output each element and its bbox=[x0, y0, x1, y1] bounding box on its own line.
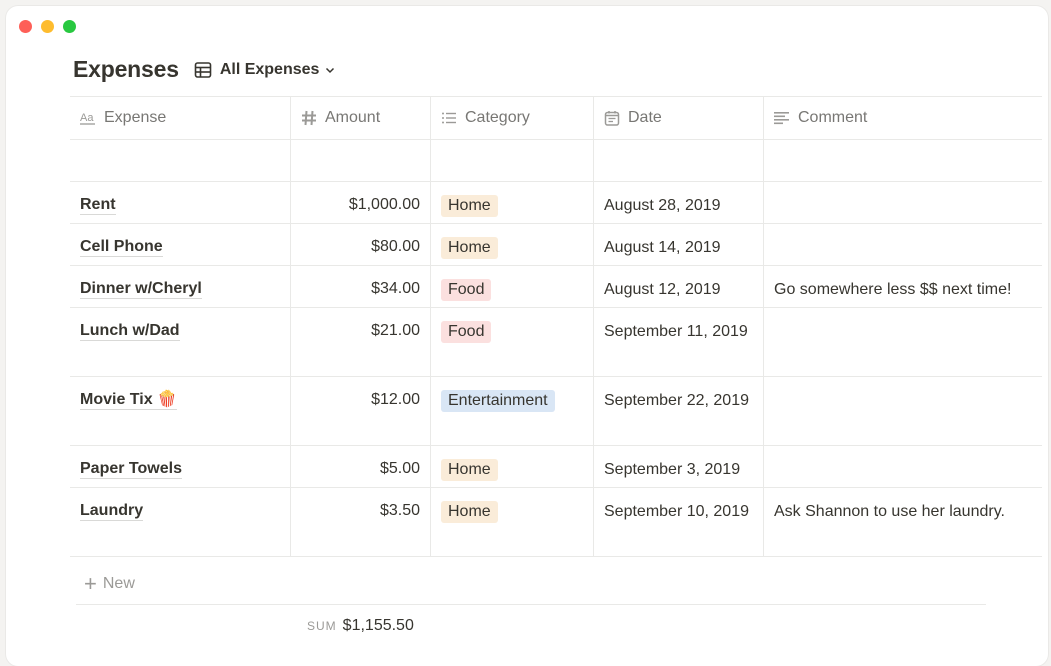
minimize-window-button[interactable] bbox=[41, 20, 54, 33]
cell-comment[interactable] bbox=[764, 308, 1042, 376]
column-header-date[interactable]: Date bbox=[594, 97, 764, 139]
table-row-empty[interactable] bbox=[70, 140, 1042, 182]
cell-date[interactable]: September 3, 2019 bbox=[594, 446, 764, 487]
svg-text:Aa: Aa bbox=[80, 112, 94, 124]
cell-date[interactable]: September 10, 2019 bbox=[594, 488, 764, 556]
cell-amount[interactable]: $3.50 bbox=[291, 488, 431, 556]
table-row[interactable]: Dinner w/Cheryl $34.00 Food August 12, 2019… bbox=[70, 266, 1042, 308]
category-tag[interactable]: Home bbox=[441, 459, 498, 481]
table-row[interactable]: Lunch w/Dad $21.00 Food September 11, 2019 bbox=[70, 308, 1042, 377]
column-label: Expense bbox=[104, 109, 167, 126]
expense-name-link[interactable]: Dinner w/Cheryl bbox=[80, 280, 202, 299]
cell-date[interactable] bbox=[594, 140, 764, 181]
page-title[interactable]: Expenses bbox=[73, 56, 179, 83]
column-label: Amount bbox=[325, 109, 381, 126]
cell-expense[interactable]: Movie Tix 🍿 bbox=[70, 377, 291, 445]
cell-expense[interactable]: Paper Towels bbox=[70, 446, 291, 487]
cell-comment[interactable] bbox=[764, 224, 1042, 265]
cell-expense[interactable]: Rent bbox=[70, 182, 291, 223]
cell-comment[interactable]: Ask Shannon to use her laundry. bbox=[764, 488, 1042, 556]
cell-amount[interactable]: $21.00 bbox=[291, 308, 431, 376]
cell-category[interactable]: Home bbox=[431, 488, 594, 556]
cell-expense[interactable]: Cell Phone bbox=[70, 224, 291, 265]
column-header-amount[interactable]: Amount bbox=[291, 97, 431, 139]
category-tag[interactable]: Entertainment bbox=[441, 390, 555, 412]
column-header-comment[interactable]: Comment bbox=[764, 97, 1042, 139]
expense-name-link[interactable]: Lunch w/Dad bbox=[80, 322, 180, 341]
category-tag[interactable]: Home bbox=[441, 195, 498, 217]
category-tag[interactable]: Home bbox=[441, 237, 498, 259]
category-tag[interactable]: Home bbox=[441, 501, 498, 523]
cell-expense[interactable]: Lunch w/Dad bbox=[70, 308, 291, 376]
category-tag[interactable]: Food bbox=[441, 279, 492, 301]
cell-category[interactable]: Food bbox=[431, 308, 594, 376]
sum-label: SUM bbox=[307, 619, 337, 633]
cell-expense[interactable] bbox=[70, 140, 291, 181]
column-label: Comment bbox=[798, 109, 868, 126]
list-property-icon bbox=[442, 112, 456, 124]
text-property-icon: Aa bbox=[80, 112, 95, 125]
expense-name-link[interactable]: Paper Towels bbox=[80, 460, 182, 479]
calendar-icon bbox=[604, 111, 620, 126]
cell-amount[interactable]: $5.00 bbox=[291, 446, 431, 487]
table-row[interactable]: Movie Tix 🍿 $12.00 Entertainment September … bbox=[70, 377, 1042, 446]
table-icon bbox=[194, 61, 212, 78]
column-header-expense[interactable]: Aa Expense bbox=[70, 97, 291, 139]
cell-category[interactable]: Home bbox=[431, 182, 594, 223]
cell-amount[interactable]: $80.00 bbox=[291, 224, 431, 265]
column-header-category[interactable]: Category bbox=[431, 97, 594, 139]
column-label: Date bbox=[628, 109, 662, 126]
cell-amount[interactable] bbox=[291, 140, 431, 181]
cell-category[interactable]: Home bbox=[431, 224, 594, 265]
cell-expense[interactable]: Laundry bbox=[70, 488, 291, 556]
cell-comment[interactable] bbox=[764, 446, 1042, 487]
table-row[interactable]: Rent $1,000.00 Home August 28, 2019 bbox=[70, 182, 1042, 224]
cell-date[interactable]: September 11, 2019 bbox=[594, 308, 764, 376]
plus-icon: + bbox=[84, 571, 97, 596]
cell-date[interactable]: September 22, 2019 bbox=[594, 377, 764, 445]
cell-amount[interactable]: $34.00 bbox=[291, 266, 431, 307]
table-row[interactable]: Cell Phone $80.00 Home August 14, 2019 bbox=[70, 224, 1042, 266]
add-new-row-button[interactable]: + New bbox=[76, 564, 986, 605]
cell-comment[interactable] bbox=[764, 377, 1042, 445]
new-label: New bbox=[102, 575, 135, 592]
cell-amount[interactable]: $1,000.00 bbox=[291, 182, 431, 223]
cell-category[interactable]: Food bbox=[431, 266, 594, 307]
table-header-row: Aa Expense Amount Category Date Comment bbox=[70, 96, 1042, 140]
cell-date[interactable]: August 14, 2019 bbox=[594, 224, 764, 265]
column-label: Category bbox=[465, 109, 530, 126]
cell-expense[interactable]: Dinner w/Cheryl bbox=[70, 266, 291, 307]
maximize-window-button[interactable] bbox=[63, 20, 76, 33]
table-row[interactable]: Laundry $3.50 Home September 10, 2019 Ask Sh… bbox=[70, 488, 1042, 557]
window-controls bbox=[19, 20, 76, 33]
cell-category[interactable] bbox=[431, 140, 594, 181]
chevron-down-icon bbox=[326, 67, 335, 73]
cell-date[interactable]: August 28, 2019 bbox=[594, 182, 764, 223]
cell-comment[interactable]: Go somewhere less $$ next time! bbox=[764, 266, 1042, 307]
number-property-icon bbox=[302, 110, 316, 126]
category-tag[interactable]: Food bbox=[441, 321, 492, 343]
expense-name-link[interactable]: Movie Tix 🍿 bbox=[80, 391, 177, 410]
text-lines-icon bbox=[774, 112, 789, 125]
sum-value: $1,155.50 bbox=[342, 617, 414, 634]
table-row[interactable]: Paper Towels $5.00 Home September 3, 2019 bbox=[70, 446, 1042, 488]
cell-category[interactable]: Entertainment bbox=[431, 377, 594, 445]
view-selector[interactable]: All Expenses bbox=[194, 61, 336, 79]
expense-name-link[interactable]: Laundry bbox=[80, 502, 144, 521]
cell-comment[interactable] bbox=[764, 140, 1042, 181]
database-header: Expenses All Expenses bbox=[73, 56, 335, 83]
cell-date[interactable]: August 12, 2019 bbox=[594, 266, 764, 307]
cell-amount[interactable]: $12.00 bbox=[291, 377, 431, 445]
cell-comment[interactable] bbox=[764, 182, 1042, 223]
expense-name-link[interactable]: Cell Phone bbox=[80, 238, 163, 257]
amount-sum[interactable]: SUM $1,155.50 bbox=[307, 617, 414, 635]
expense-name-link[interactable]: Rent bbox=[80, 196, 116, 215]
view-label: All Expenses bbox=[219, 60, 320, 78]
expenses-table: Aa Expense Amount Category Date Comment … bbox=[70, 96, 1042, 557]
close-window-button[interactable] bbox=[19, 20, 32, 33]
cell-category[interactable]: Home bbox=[431, 446, 594, 487]
